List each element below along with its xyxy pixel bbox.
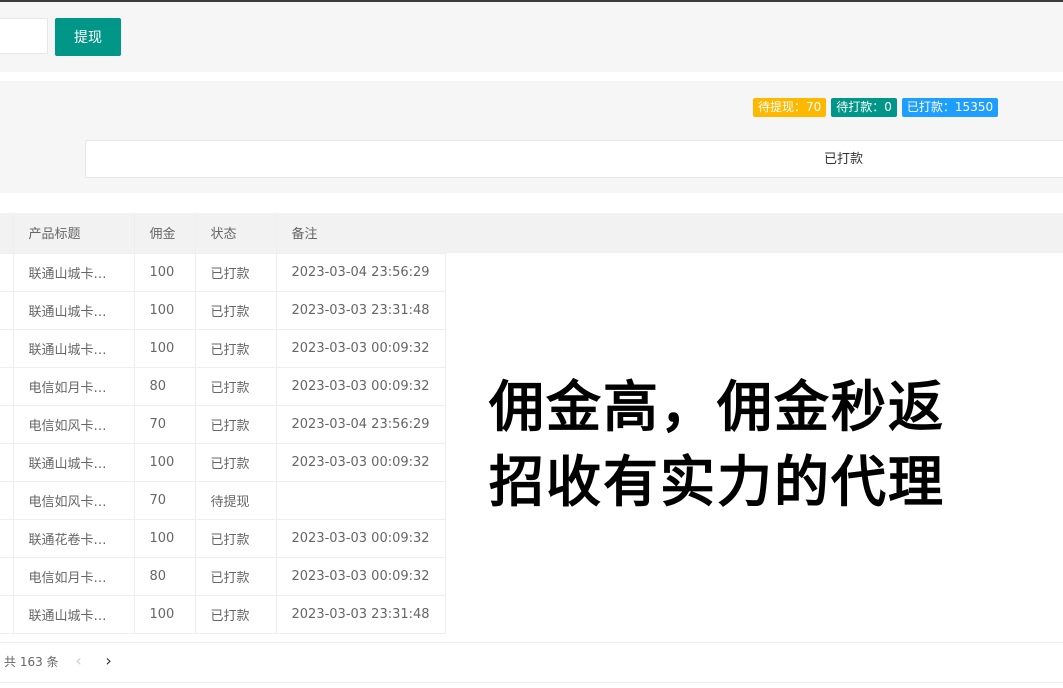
table-row: 联通山城卡… 100 已打款 2023-03-03 00:09:32 <box>0 443 446 482</box>
promo-line-2: 招收有实力的代理 <box>489 450 946 514</box>
table-row: 联通山城卡… 100 已打款 2023-03-03 00:09:32 <box>0 329 446 368</box>
cell-remark: 2023-03-03 00:09:32 <box>276 519 446 558</box>
cell-commission: 100 <box>134 595 196 634</box>
cell-status: 待提现 <box>195 481 277 520</box>
promo-overlay-text: 佣金高，佣金秒返 招收有实力的代理 <box>489 370 945 520</box>
table-row: 电信如月卡… 80 已打款 2023-03-03 00:09:32 <box>0 557 446 596</box>
cell-title: 电信如月卡… <box>13 557 135 596</box>
cell-remark: 2023-03-03 00:09:32 <box>276 367 446 406</box>
column-header-commission[interactable]: 佣金 <box>134 213 196 254</box>
table-row: 电信如月卡… 80 已打款 2023-03-03 00:09:32 <box>0 367 446 406</box>
cell-status: 已打款 <box>195 367 277 406</box>
cell-commission: 100 <box>134 519 196 558</box>
withdraw-toolbar: 提现 <box>0 2 1063 72</box>
row-edge-cell <box>0 291 14 330</box>
cell-title: 联通山城卡… <box>13 329 135 368</box>
checkbox-column-header <box>0 213 14 254</box>
cell-commission: 100 <box>134 253 196 292</box>
cell-commission: 70 <box>134 405 196 444</box>
stats-badges: 待提现：70 待打款：0 已打款：15350 <box>753 98 999 117</box>
table-row: 联通花卷卡… 100 已打款 2023-03-03 00:09:32 <box>0 519 446 558</box>
table-row: 联通山城卡… 100 已打款 2023-03-04 23:56:29 <box>0 253 446 292</box>
row-edge-cell <box>0 405 14 444</box>
cell-status: 已打款 <box>195 519 277 558</box>
cell-title: 联通山城卡… <box>13 291 135 330</box>
paid-badge: 已打款：15350 <box>901 98 999 117</box>
cell-commission: 80 <box>134 557 196 596</box>
column-header-title[interactable]: 产品标题 <box>13 213 135 254</box>
cell-status: 已打款 <box>195 405 277 444</box>
row-edge-cell <box>0 519 14 558</box>
column-header-remark[interactable]: 备注 <box>276 213 446 254</box>
cell-commission: 100 <box>134 291 196 330</box>
withdraw-amount-input[interactable] <box>0 18 48 54</box>
cell-status: 已打款 <box>195 291 277 330</box>
table-row: 联通山城卡… 100 已打款 2023-03-03 23:31:48 <box>0 595 446 634</box>
total-count: 共 163 条 <box>4 654 59 669</box>
waiting-payment-badge: 待打款：0 <box>831 98 897 117</box>
chevron-right-icon[interactable]: › <box>99 652 119 670</box>
cell-remark: 2023-03-03 00:09:32 <box>276 329 446 368</box>
cell-commission: 70 <box>134 481 196 520</box>
cell-remark: 2023-03-03 23:31:48 <box>276 595 446 634</box>
footer-divider <box>0 682 1063 683</box>
chevron-left-icon[interactable]: ‹ <box>69 652 89 670</box>
cell-commission: 100 <box>134 443 196 482</box>
row-edge-cell <box>0 329 14 368</box>
cell-title: 电信如月卡… <box>13 367 135 406</box>
status-filter-select[interactable]: 已打款 <box>85 140 1063 178</box>
cell-remark <box>276 481 446 520</box>
table-row: 联通山城卡… 100 已打款 2023-03-03 23:31:48 <box>0 291 446 330</box>
row-edge-cell <box>0 595 14 634</box>
cell-status: 已打款 <box>195 443 277 482</box>
cell-title: 联通山城卡… <box>13 443 135 482</box>
table-header-fill <box>444 213 1063 253</box>
table-row: 电信如风卡… 70 待提现 <box>0 481 446 520</box>
cell-title: 电信如风卡… <box>13 405 135 444</box>
pagination: 共 163 条 ‹ › <box>4 652 119 670</box>
cell-title: 联通山城卡… <box>13 595 135 634</box>
cell-status: 已打款 <box>195 595 277 634</box>
table-header-row: 产品标题 佣金 状态 备注 <box>0 213 446 254</box>
cell-status: 已打款 <box>195 253 277 292</box>
status-filter-value: 已打款 <box>824 152 864 167</box>
pending-withdraw-badge: 待提现：70 <box>753 98 827 117</box>
cell-title: 电信如风卡… <box>13 481 135 520</box>
cell-commission: 80 <box>134 367 196 406</box>
cell-title: 联通花卷卡… <box>13 519 135 558</box>
cell-remark: 2023-03-04 23:56:29 <box>276 253 446 292</box>
cell-remark: 2023-03-03 23:31:48 <box>276 291 446 330</box>
withdraw-button[interactable]: 提现 <box>55 18 121 56</box>
row-edge-cell <box>0 367 14 406</box>
cell-status: 已打款 <box>195 329 277 368</box>
table-footer-divider <box>0 642 1063 643</box>
cell-title: 联通山城卡… <box>13 253 135 292</box>
cell-remark: 2023-03-03 00:09:32 <box>276 443 446 482</box>
row-edge-cell <box>0 443 14 482</box>
cell-remark: 2023-03-04 23:56:29 <box>276 405 446 444</box>
cell-commission: 100 <box>134 329 196 368</box>
section-gap <box>0 72 1063 81</box>
table-row: 电信如风卡… 70 已打款 2023-03-04 23:56:29 <box>0 405 446 444</box>
column-header-status[interactable]: 状态 <box>195 213 277 254</box>
cell-remark: 2023-03-03 00:09:32 <box>276 557 446 596</box>
promo-line-1: 佣金高，佣金秒返 <box>489 375 946 439</box>
row-edge-cell <box>0 481 14 520</box>
row-edge-cell <box>0 557 14 596</box>
cell-status: 已打款 <box>195 557 277 596</box>
row-edge-cell <box>0 253 14 292</box>
